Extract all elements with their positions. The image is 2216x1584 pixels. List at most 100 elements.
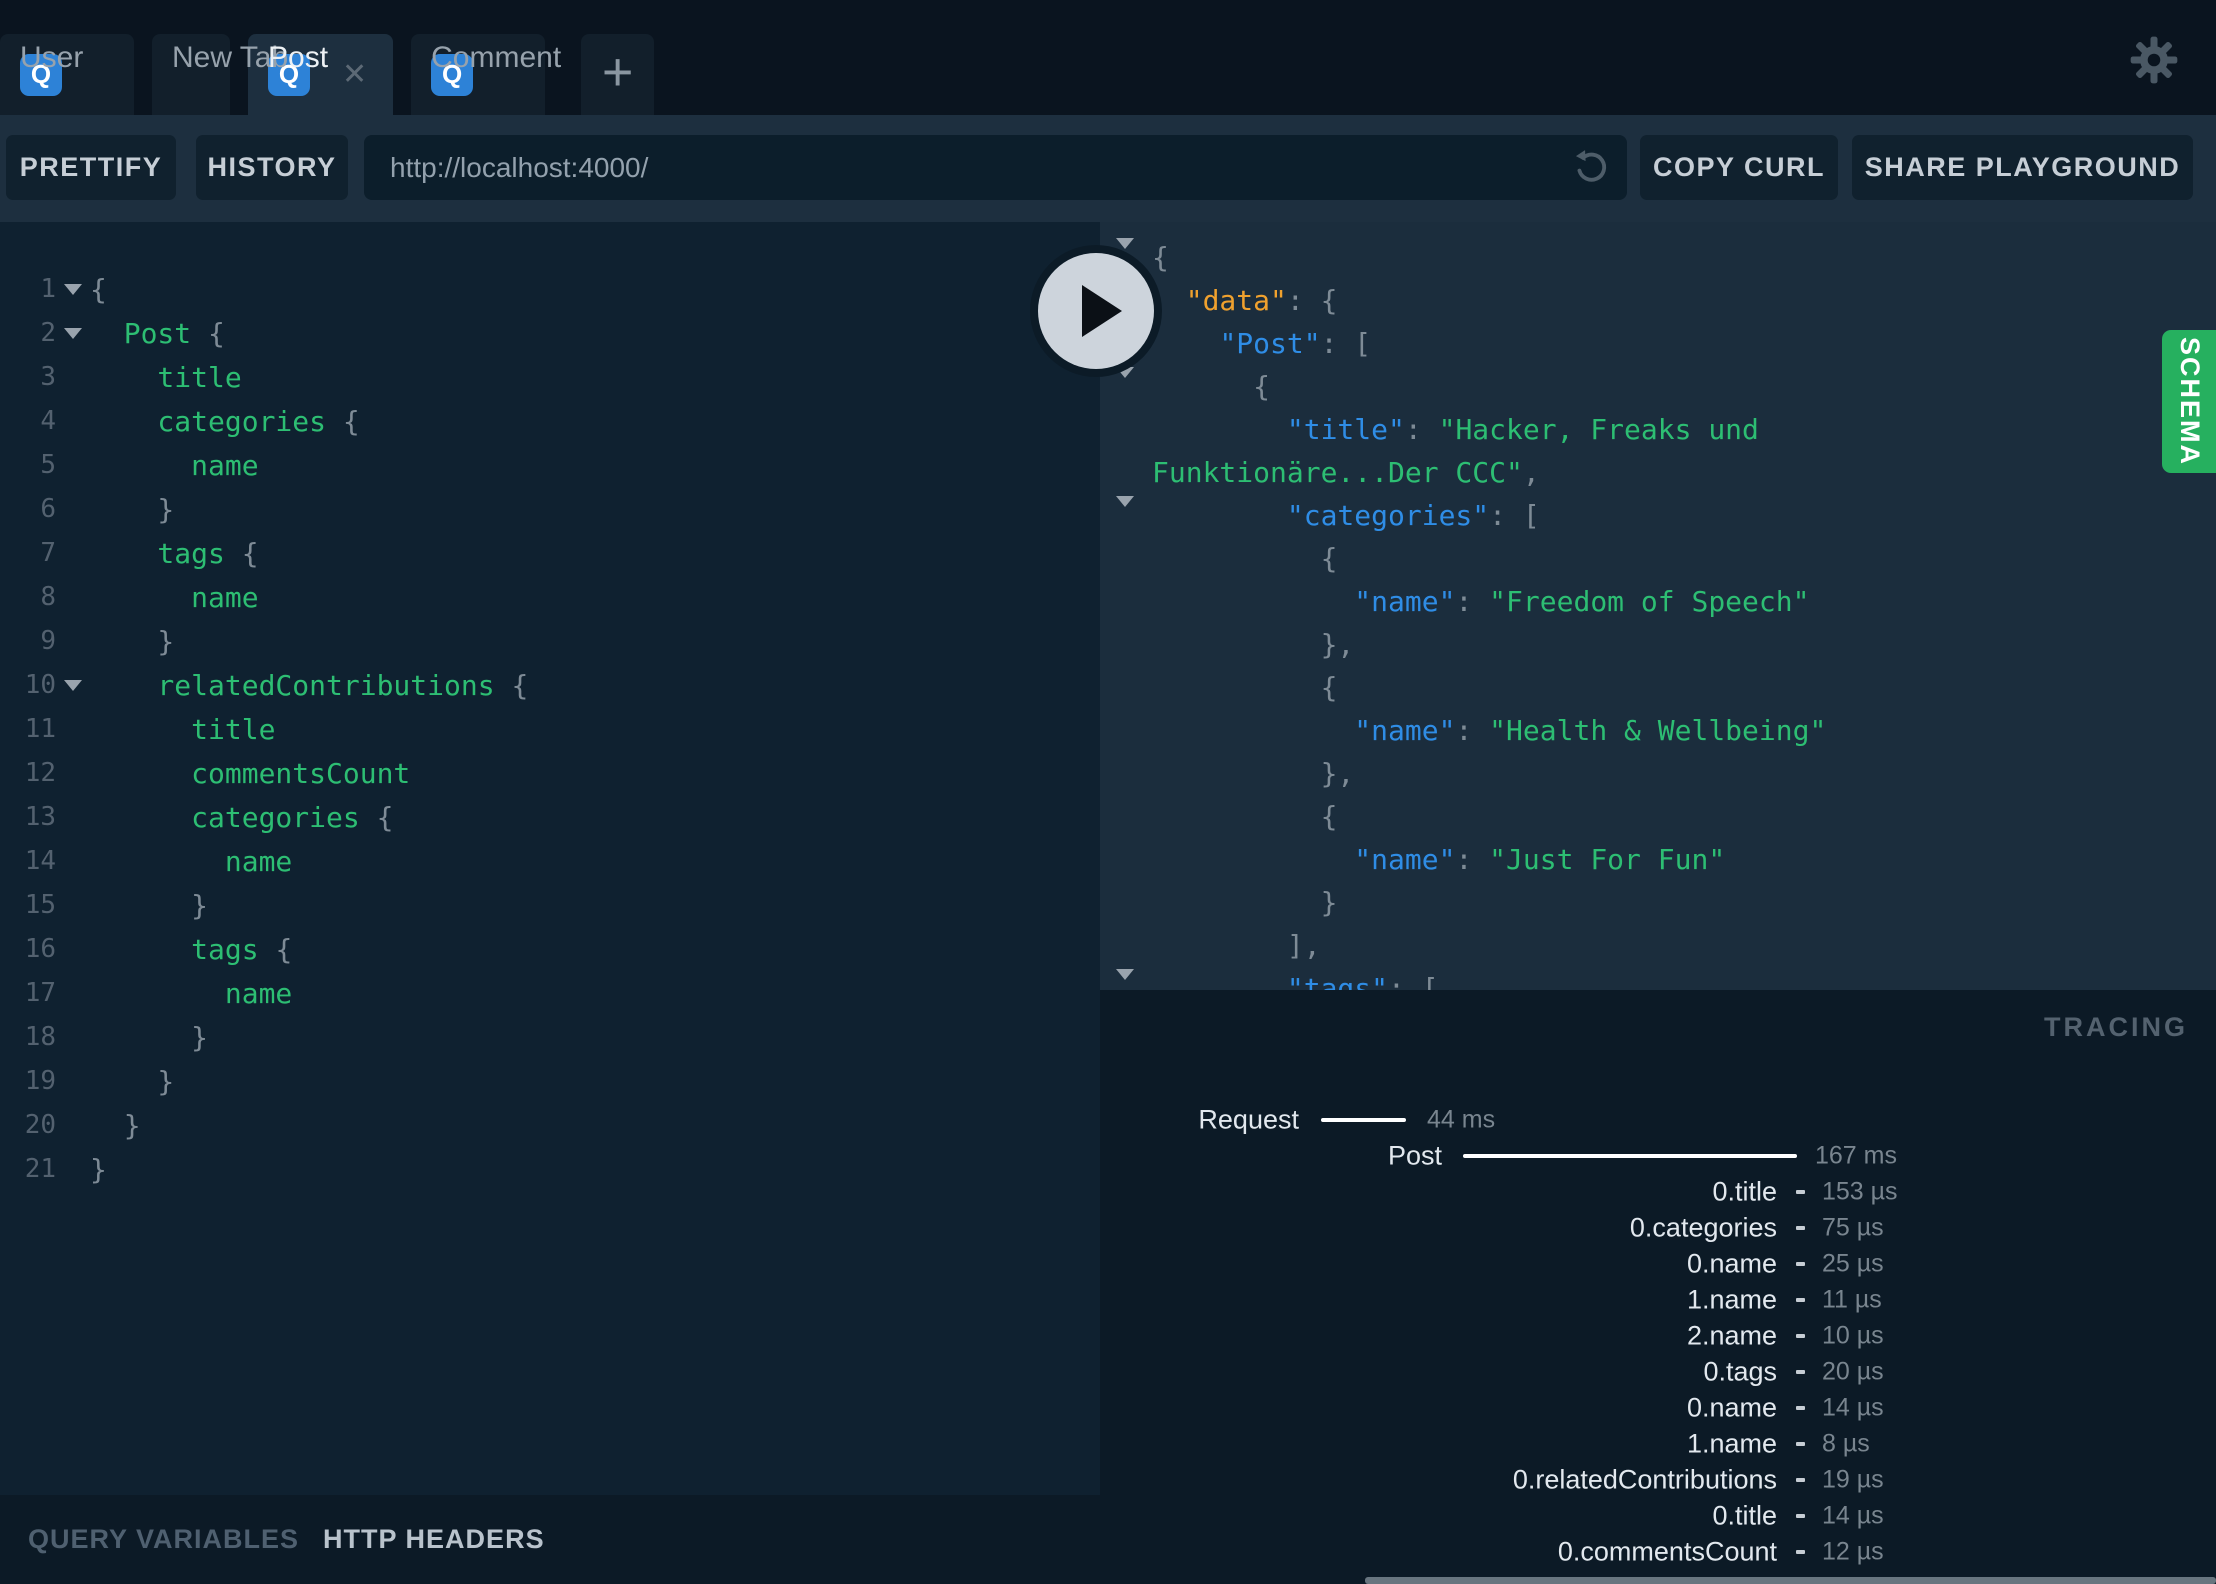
tracing-duration-bar [1321, 1118, 1406, 1122]
tab-post[interactable]: Q Post ✕ [248, 34, 394, 115]
line-number: 11 [24, 714, 56, 744]
share-playground-button[interactable]: SHARE PLAYGROUND [1852, 135, 2193, 200]
tab-comment[interactable]: Q Comment [411, 34, 561, 115]
tracing-row: 0.commentsCount 12 µs [1100, 1534, 2216, 1570]
tracing-row-value: 10 µs [1822, 1321, 1884, 1350]
close-tab-icon[interactable]: ✕ [342, 57, 367, 92]
tracing-horizontal-scrollbar[interactable] [1365, 1577, 2216, 1584]
editor-line: 11 title [0, 707, 1100, 751]
line-number: 4 [40, 406, 56, 436]
tab-label: Post [268, 40, 329, 74]
code-text: } [90, 1152, 107, 1186]
response-line: "data": { [1100, 279, 2216, 322]
response-line: "name": "Freedom of Speech" [1100, 580, 2216, 623]
tracing-rows: Request 44 ms Post 167 ms 0.title 153 µs 0.cat… [1100, 1102, 2216, 1584]
line-number: 12 [24, 758, 56, 788]
line-number: 20 [24, 1110, 56, 1140]
execute-query-button[interactable] [1030, 245, 1162, 377]
code-text: name [90, 580, 259, 614]
history-button[interactable]: HISTORY [196, 135, 348, 200]
query-editor[interactable]: 1{2 Post {3 title 4 categories {5 name 6 }… [0, 222, 1100, 1495]
tracing-row-label: 0.categories [1629, 1212, 1777, 1243]
tracing-row: 0.title 14 µs [1100, 1498, 2216, 1534]
tracing-row-value: 11 µs [1822, 1285, 1882, 1314]
code-text: } [90, 492, 175, 526]
editor-line: 3 title [0, 355, 1100, 399]
response-line: { [1100, 236, 2216, 279]
code-text: } [90, 624, 175, 658]
fold-arrow-icon[interactable] [64, 679, 82, 691]
line-number: 1 [40, 274, 56, 304]
tracing-row-label: 0.title [1712, 1500, 1777, 1531]
tracing-dash [1796, 1226, 1805, 1230]
response-rows: { "data": { "Post": [ { "title": "Hacker… [1100, 222, 2216, 990]
code-text: Funktionäre...Der CCC", [1152, 456, 1540, 489]
tracing-row-value: 14 µs [1822, 1393, 1884, 1422]
tracing-row: 0.name 14 µs [1100, 1390, 2216, 1426]
editor-line: 18 } [0, 1015, 1100, 1059]
line-number: 15 [24, 890, 56, 920]
tracing-row-value: 153 µs [1822, 1177, 1898, 1206]
tracing-row-value: 44 ms [1427, 1105, 1496, 1134]
tab-new-tab[interactable]: New Tab [152, 34, 288, 115]
prettify-button[interactable]: PRETTIFY [6, 135, 176, 200]
tracing-row: 0.title 153 µs [1100, 1174, 2216, 1210]
editor-line: 4 categories { [0, 399, 1100, 443]
tracing-panel: TRACING Request 44 ms Post 167 ms 0.title 153… [1100, 990, 2216, 1584]
toolbar: PRETTIFY HISTORY COPY CURL SHARE PLAYGRO… [0, 115, 2216, 222]
editor-line: 7 tags { [0, 531, 1100, 575]
code-text: } [90, 888, 209, 922]
code-text: "name": "Freedom of Speech" [1354, 585, 1810, 618]
tracing-dash [1796, 1478, 1805, 1482]
code-text: ], [1152, 929, 1321, 962]
tracing-row-value: 14 µs [1822, 1501, 1884, 1530]
editor-line: 9 } [0, 619, 1100, 663]
response-line: { [1100, 666, 2216, 709]
response-line: "name": "Health & Wellbeing" [1100, 709, 2216, 752]
tracing-row: 0.categories 75 µs [1100, 1210, 2216, 1246]
response-line: "name": "Just For Fun" [1100, 838, 2216, 881]
code-text: "tags": [ [1286, 972, 1439, 990]
tracing-row: 0.relatedContributions 19 µs [1100, 1462, 2216, 1498]
code-text: tags { [90, 536, 259, 570]
tracing-row-label: 0.tags [1703, 1356, 1777, 1387]
code-text: "title": "Hacker, Freaks und [1286, 413, 1759, 446]
code-text: "name": "Health & Wellbeing" [1354, 714, 1827, 747]
http-headers-tab[interactable]: HTTP HEADERS [323, 1524, 545, 1555]
fold-arrow-icon[interactable] [1116, 366, 1134, 396]
code-text: name [90, 448, 259, 482]
fold-slot [56, 679, 90, 691]
response-line: "Post": [ [1100, 322, 2216, 365]
editor-line: 10 relatedContributions { [0, 663, 1100, 707]
code-text: Post { [90, 316, 225, 350]
endpoint-url-input[interactable] [364, 135, 1627, 200]
tracing-dash [1796, 1370, 1805, 1374]
tracing-dash [1796, 1514, 1805, 1518]
tracing-row: 2.name 10 µs [1100, 1318, 2216, 1354]
settings-gear-icon[interactable] [2126, 32, 2182, 88]
query-variables-tab[interactable]: QUERY VARIABLES [28, 1524, 299, 1555]
code-text: } [90, 1020, 209, 1054]
tab-label: User [20, 40, 84, 74]
reload-schema-icon[interactable] [1570, 147, 1612, 189]
fold-arrow-icon[interactable] [1116, 495, 1134, 525]
copy-curl-button[interactable]: COPY CURL [1640, 135, 1838, 200]
tracing-row-label: 0.commentsCount [1557, 1536, 1777, 1567]
editor-line: 16 tags { [0, 927, 1100, 971]
tracing-dash [1796, 1262, 1805, 1266]
tracing-row-value: 20 µs [1822, 1357, 1884, 1386]
add-tab-button[interactable]: + [581, 34, 655, 115]
editor-line: 14 name [0, 839, 1100, 883]
code-text: { [1152, 542, 1338, 575]
code-text: { [90, 272, 107, 306]
fold-arrow-icon[interactable] [64, 283, 82, 295]
editor-line: 2 Post { [0, 311, 1100, 355]
code-text: "name": "Just For Fun" [1354, 843, 1726, 876]
tracing-dash [1796, 1406, 1805, 1410]
tracing-row-label: 0.title [1712, 1176, 1777, 1207]
fold-arrow-icon[interactable] [64, 327, 82, 339]
tab-user[interactable]: Q User [0, 34, 134, 115]
fold-arrow-icon[interactable] [1116, 968, 1134, 990]
schema-side-tab[interactable]: SCHEMA [2162, 330, 2216, 473]
code-text: name [90, 844, 293, 878]
